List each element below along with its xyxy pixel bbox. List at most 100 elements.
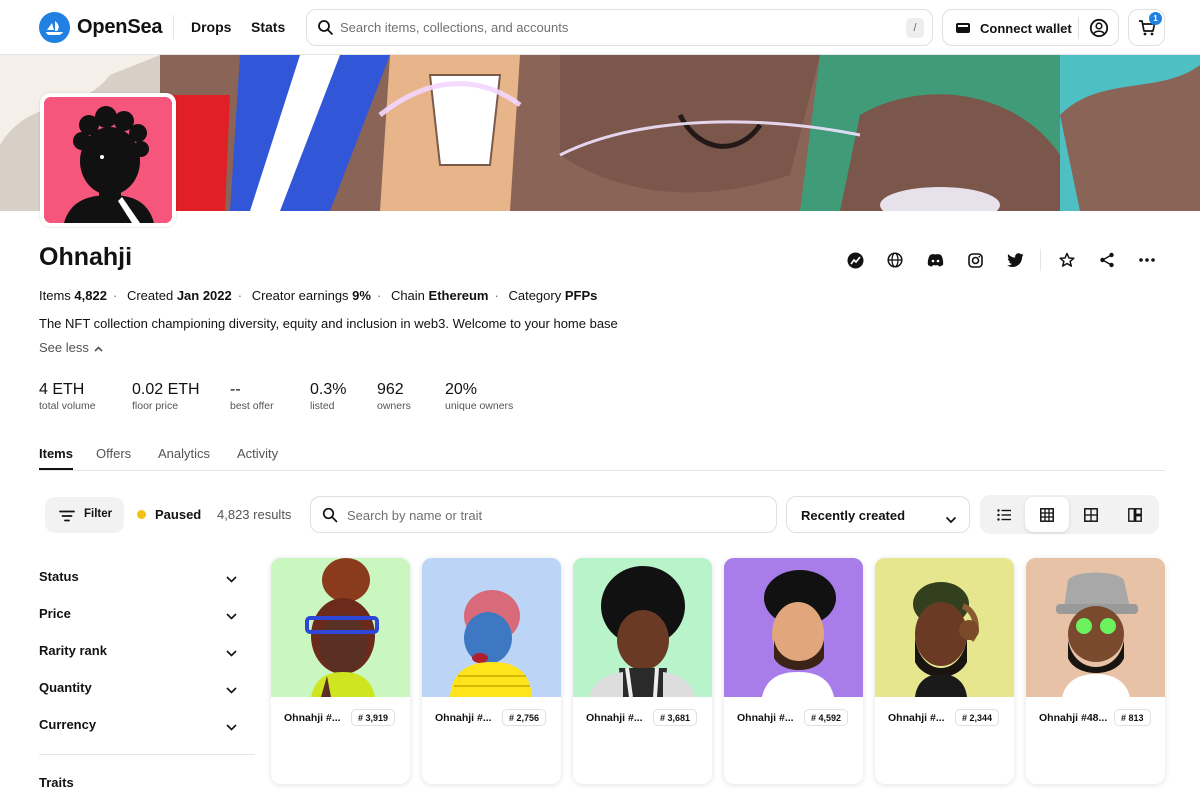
nft-name: Ohnahji #48...: [1039, 712, 1108, 724]
item-search-input[interactable]: Search by name or trait: [310, 496, 777, 533]
nft-image: [573, 558, 712, 698]
meta-category: Category PFPs: [508, 288, 598, 303]
wallet-icon: [955, 20, 971, 41]
detail-view-button[interactable]: [1113, 497, 1157, 532]
share-icon[interactable]: [1098, 251, 1116, 269]
see-less-toggle[interactable]: See less: [39, 340, 103, 355]
sort-dropdown[interactable]: Recently created: [786, 496, 970, 533]
filter-quantity-label: Quantity: [39, 680, 92, 695]
nav-link-stats[interactable]: Stats: [251, 19, 285, 35]
tab-offers[interactable]: Offers: [96, 446, 131, 461]
tab-analytics[interactable]: Analytics: [158, 446, 210, 461]
discord-icon[interactable]: [926, 251, 944, 269]
more-icon[interactable]: [1138, 251, 1156, 269]
opensea-logo-icon: [39, 12, 70, 43]
twitter-icon[interactable]: [1006, 251, 1024, 269]
nft-card[interactable]: Ohnahji #... # 3,681: [573, 558, 712, 784]
filter-currency-label: Currency: [39, 717, 97, 732]
collection-avatar: [40, 93, 176, 227]
collection-description: The NFT collection championing diversity…: [39, 316, 618, 331]
nft-rarity-rank: # 3,681: [653, 709, 698, 726]
top-navbar: OpenSea Drops Stats Search items, collec…: [0, 0, 1200, 55]
filter-rarity-rank-label: Rarity rank: [39, 643, 107, 658]
filter-price[interactable]: Price: [39, 604, 237, 624]
nft-card[interactable]: Ohnahji #48... # 813: [1026, 558, 1165, 784]
filter-status-label: Status: [39, 569, 79, 584]
filter-status[interactable]: Status: [39, 567, 237, 587]
nft-rarity-rank: # 3,919: [351, 709, 396, 726]
search-placeholder: Search items, collections, and accounts: [340, 20, 569, 35]
chevron-down-icon: [226, 644, 237, 662]
filter-label: Filter: [84, 508, 113, 520]
global-search-input[interactable]: Search items, collections, and accounts …: [306, 9, 933, 46]
item-search-placeholder: Search by name or trait: [347, 508, 483, 523]
nft-name: Ohnahji #...: [888, 712, 945, 724]
cart-count-badge: 1: [1149, 12, 1162, 25]
filter-traits[interactable]: Traits: [39, 773, 237, 793]
nft-name: Ohnahji #...: [586, 712, 643, 724]
collection-meta: Items 4,822 · Created Jan 2022 · Creator e…: [39, 288, 598, 303]
filter-rarity-rank[interactable]: Rarity rank: [39, 641, 237, 661]
nft-card[interactable]: Ohnahji #... # 4,592: [724, 558, 863, 784]
social-divider: [1040, 249, 1041, 271]
search-icon: [317, 19, 334, 41]
account-icon[interactable]: [1089, 18, 1109, 43]
chevron-down-icon: [226, 570, 237, 588]
collection-title: Ohnahji: [39, 243, 133, 271]
chart-icon[interactable]: [846, 251, 864, 269]
nft-card[interactable]: Ohnahji #... # 3,919: [271, 558, 410, 784]
nft-card[interactable]: Ohnahji #... # 2,756: [422, 558, 561, 784]
opensea-logo[interactable]: OpenSea: [39, 12, 163, 43]
nav-link-drops[interactable]: Drops: [191, 19, 231, 35]
filter-price-label: Price: [39, 606, 71, 621]
search-icon: [322, 507, 338, 528]
view-mode-switcher: [980, 495, 1159, 534]
nft-image: [724, 558, 863, 697]
sidebar-divider: [39, 754, 255, 755]
see-less-label: See less: [39, 340, 89, 355]
small-grid-view-button[interactable]: [1025, 497, 1069, 532]
stat-owners: 962 owners: [377, 381, 411, 412]
cart-button[interactable]: 1: [1128, 9, 1165, 46]
stat-unique-owners: 20% unique owners: [445, 381, 514, 412]
chevron-down-icon: [945, 511, 957, 529]
status-label: Paused: [155, 507, 202, 522]
filter-traits-label: Traits: [39, 775, 74, 790]
meta-items: Items 4,822: [39, 288, 107, 303]
instagram-icon[interactable]: [966, 251, 984, 269]
tab-activity[interactable]: Activity: [237, 446, 278, 461]
status-dot: [137, 510, 146, 519]
chevron-down-icon: [226, 718, 237, 736]
nft-card[interactable]: Ohnahji #... # 2,344: [875, 558, 1014, 784]
sort-selected: Recently created: [801, 508, 906, 523]
nft-image: [875, 558, 1014, 697]
list-view-icon: [996, 508, 1011, 521]
nft-rarity-rank: # 813: [1114, 709, 1151, 726]
chevron-down-icon: [226, 607, 237, 625]
filter-button[interactable]: Filter: [45, 497, 124, 533]
stat-best-offer: -- best offer: [230, 381, 274, 412]
large-grid-view-button[interactable]: [1069, 497, 1113, 532]
nft-rarity-rank: # 2,756: [502, 709, 547, 726]
filter-quantity[interactable]: Quantity: [39, 678, 237, 698]
nft-image: [1026, 558, 1165, 697]
chevron-up-icon: [93, 346, 103, 352]
meta-created: Created Jan 2022: [126, 288, 232, 303]
nft-name: Ohnahji #...: [284, 712, 341, 724]
chevron-down-icon: [226, 681, 237, 699]
star-icon[interactable]: [1058, 251, 1076, 269]
filter-icon: [59, 509, 75, 527]
grid-small-icon: [1040, 507, 1054, 522]
filter-currency[interactable]: Currency: [39, 715, 237, 735]
nft-rarity-rank: # 4,592: [804, 709, 849, 726]
wallet-divider: [1078, 17, 1079, 39]
nft-name: Ohnahji #...: [737, 712, 794, 724]
meta-creator-earnings: Creator earnings 9%: [251, 288, 371, 303]
nft-rarity-rank: # 2,344: [955, 709, 1000, 726]
connect-wallet-button[interactable]: Connect wallet: [942, 9, 1119, 46]
tabs-divider: [39, 470, 1165, 471]
globe-icon[interactable]: [886, 251, 904, 269]
collection-banner: [0, 55, 1200, 211]
list-view-button[interactable]: [982, 497, 1026, 532]
tab-items[interactable]: Items: [39, 446, 73, 461]
